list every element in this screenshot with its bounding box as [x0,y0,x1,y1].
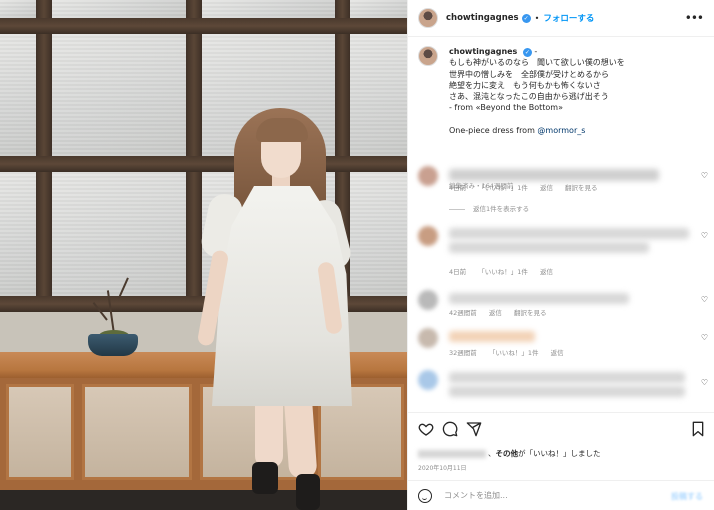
blurred-username [418,450,486,458]
comment-meta: 4日前 「いいね！」1件 返信 [449,266,563,276]
person-bangs [256,118,308,142]
window-frame [0,18,407,34]
comment-like-icon[interactable]: ♡ [701,231,708,240]
heart-icon[interactable] [418,421,434,441]
emoji-icon[interactable] [418,488,432,503]
window-pane [350,172,407,296]
window-pane [0,0,36,18]
post-photo[interactable] [0,0,407,510]
header-separator: • [534,13,540,23]
bonsai-pot [88,334,138,356]
window-frame [0,156,407,172]
window-pane [350,0,407,18]
caption-dress-prefix: One-piece dress from [449,125,538,135]
person-boot [252,462,278,494]
comment-avatar[interactable] [418,370,438,390]
comment-likes[interactable]: 「いいね！」1件 [478,268,528,276]
post-header: chowtingagnes ✓ • フォローする ••• [408,0,714,37]
photo-floor [0,490,407,510]
verified-badge-icon: ✓ [522,48,532,57]
comment-input[interactable] [444,491,654,500]
caption-line: - from «Beyond the Bottom» [449,103,563,113]
caption-text: chowtingagnes ✓ - もしも神がいるのなら 聞いて欲しい僕の想いを… [449,46,699,136]
caption-dash: - [534,47,538,56]
comment-meta: 4日前 「いいね！」1件 返信 翻訳を見る [449,182,608,192]
comment-like-icon[interactable]: ♡ [701,171,708,180]
comment-time[interactable]: 42週間前 [449,309,477,317]
translate-button[interactable]: 翻訳を見る [565,184,598,192]
blurred-comment-text [449,293,629,304]
verified-badge-icon: ✓ [521,13,531,23]
blurred-comment-text [449,242,649,253]
window-pane [0,172,36,296]
blurred-comment-text [449,169,659,181]
bench-cubby [6,384,74,480]
likes-others[interactable]: その他 [496,449,519,458]
post-comment-button[interactable]: 投稿する [671,491,703,502]
window-pane [52,172,186,296]
caption-line: 絶望を力に変え もう何もかも怖くないさ [449,80,601,90]
comment-time[interactable]: 32週間前 [449,349,477,357]
comment-meta: 32週間前 「いいね！」1件 返信 [449,347,574,357]
share-icon[interactable] [466,421,482,441]
comment-icon[interactable] [442,421,458,441]
window-pane [0,34,36,156]
bookmark-icon[interactable] [691,421,705,441]
reply-button[interactable]: 返信 [540,268,553,276]
reply-button[interactable]: 返信 [551,349,564,357]
instagram-post-modal: chowtingagnes ✓ • フォローする ••• chowtingagn… [0,0,714,510]
view-replies-button[interactable]: 返信1件を表示する [449,203,529,213]
comment-time[interactable]: 4日前 [449,268,466,276]
reply-button[interactable]: 返信 [489,309,502,317]
comment-avatar[interactable] [418,290,438,310]
comment-likes[interactable]: 「いいね！」1件 [489,349,539,357]
person-boot [296,474,320,510]
avatar[interactable] [418,8,438,28]
likes-summary[interactable]: 、その他が「いいね！」しました [418,448,601,459]
blurred-comment-text [449,228,689,239]
comment-likes[interactable]: 「いいね！」1件 [478,184,528,192]
comment-meta: 42週間前 返信 翻訳を見る [449,307,556,317]
comment-time[interactable]: 4日前 [449,184,466,192]
blurred-comment-text [449,372,685,383]
window-pane [52,0,186,18]
more-options-icon[interactable]: ••• [685,11,704,25]
blurred-comment-text [449,386,685,397]
comment-like-icon[interactable]: ♡ [701,295,708,304]
comment-avatar[interactable] [418,328,438,348]
bench-cubby [82,384,192,480]
caption-line: さあ、混沌となったこの自由から逃げ出そう [449,92,609,102]
window-pane [52,34,186,156]
caption-avatar[interactable] [418,46,438,66]
follow-button[interactable]: フォローする [543,12,594,24]
add-comment-bar: 投稿する [408,480,714,510]
comments-scroll-area[interactable]: chowtingagnes ✓ - もしも神がいるのなら 聞いて欲しい僕の想いを… [408,38,714,412]
post-actions: 、その他が「いいね！」しました 2020年10月11日 [408,412,714,478]
likes-text: が「いいね！」しました [518,449,601,458]
translate-button[interactable]: 翻訳を見る [514,309,547,317]
likes-separator: 、 [488,449,496,458]
window-pane [350,34,407,156]
post-sidebar: chowtingagnes ✓ • フォローする ••• chowtingagn… [407,0,714,510]
comment-like-icon[interactable]: ♡ [701,333,708,342]
mention-link[interactable]: @mormor_s [537,126,585,135]
caption-line: もしも神がいるのなら 聞いて欲しい僕の想いを [449,58,625,68]
caption-username[interactable]: chowtingagnes [449,47,517,56]
caption-dress-credit: One-piece dress from @mormor_s [449,125,699,136]
window-pane [202,0,335,18]
header-username[interactable]: chowtingagnes [446,13,519,23]
caption-line: 世界中の憎しみを 全部僕が受けとめるから [449,69,609,79]
reply-button[interactable]: 返信 [540,184,553,192]
post-date[interactable]: 2020年10月11日 [418,463,467,472]
comment-avatar[interactable] [418,226,438,246]
blurred-comment-text [449,331,535,342]
comment-like-icon[interactable]: ♡ [701,378,708,387]
comment-avatar[interactable] [418,166,438,186]
